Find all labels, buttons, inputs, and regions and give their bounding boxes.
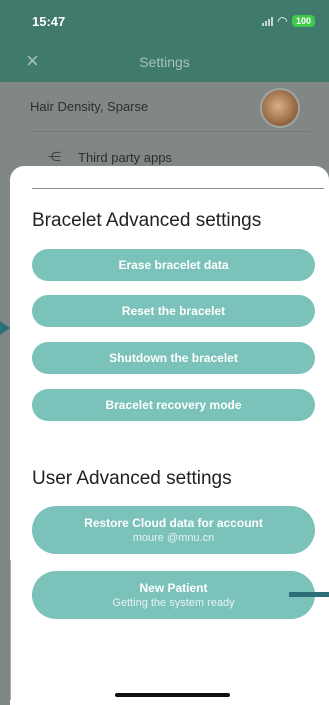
reset-bracelet-button[interactable]: Reset the bracelet: [32, 295, 315, 327]
button-sublabel: Getting the system ready: [112, 597, 235, 609]
sheet-left-edge: [10, 560, 11, 700]
list-item-label: Third party apps: [78, 149, 172, 165]
home-indicator: [115, 693, 230, 697]
annotation-arrow-left: [0, 321, 10, 335]
button-label: Shutdown the bracelet: [109, 351, 238, 365]
button-label: Restore Cloud data for account: [84, 516, 263, 530]
restore-cloud-data-button[interactable]: Restore Cloud data for account moure @mn…: [32, 506, 315, 554]
button-label: Bracelet recovery mode: [105, 398, 242, 412]
status-time: 15:47: [32, 13, 66, 29]
list-item-hair-density: Hair Density, Sparse: [30, 82, 310, 132]
avatar: [260, 88, 300, 128]
erase-bracelet-data-button[interactable]: Erase bracelet data: [32, 249, 315, 281]
status-icons: ◠ 100: [261, 14, 315, 28]
sheet-divider: [32, 188, 324, 189]
wifi-icon: ◠: [277, 14, 287, 28]
shutdown-bracelet-button[interactable]: Shutdown the bracelet: [32, 342, 315, 374]
share-icon: ⋲: [48, 149, 61, 164]
section-title-bracelet: Bracelet Advanced settings: [32, 210, 262, 231]
button-label: New Patient: [139, 581, 208, 595]
button-label: Reset the bracelet: [121, 304, 226, 318]
status-bar: 15:47 ◠ 100: [0, 0, 329, 42]
nav-bar: × Settings: [0, 42, 329, 82]
button-label: Erase bracelet data: [118, 258, 229, 272]
button-sublabel: moure @mnu.cn: [132, 532, 215, 544]
section-title-user: User Advanced settings: [32, 468, 232, 489]
annotation-pointer-right: [289, 592, 329, 597]
advanced-settings-sheet: Bracelet Advanced settings Erase bracele…: [10, 166, 329, 705]
phone-screen: 15:47 ◠ 100 × Settings Hair Density, Spa…: [0, 0, 329, 705]
battery-icon: 100: [291, 15, 315, 27]
new-patient-button[interactable]: New Patient Getting the system ready: [32, 571, 315, 619]
page-title: Settings: [139, 54, 190, 70]
bracelet-recovery-mode-button[interactable]: Bracelet recovery mode: [32, 389, 315, 421]
signal-icon: [261, 16, 273, 26]
close-icon[interactable]: ×: [26, 50, 39, 72]
list-item-label: Hair Density, Sparse: [30, 99, 149, 114]
